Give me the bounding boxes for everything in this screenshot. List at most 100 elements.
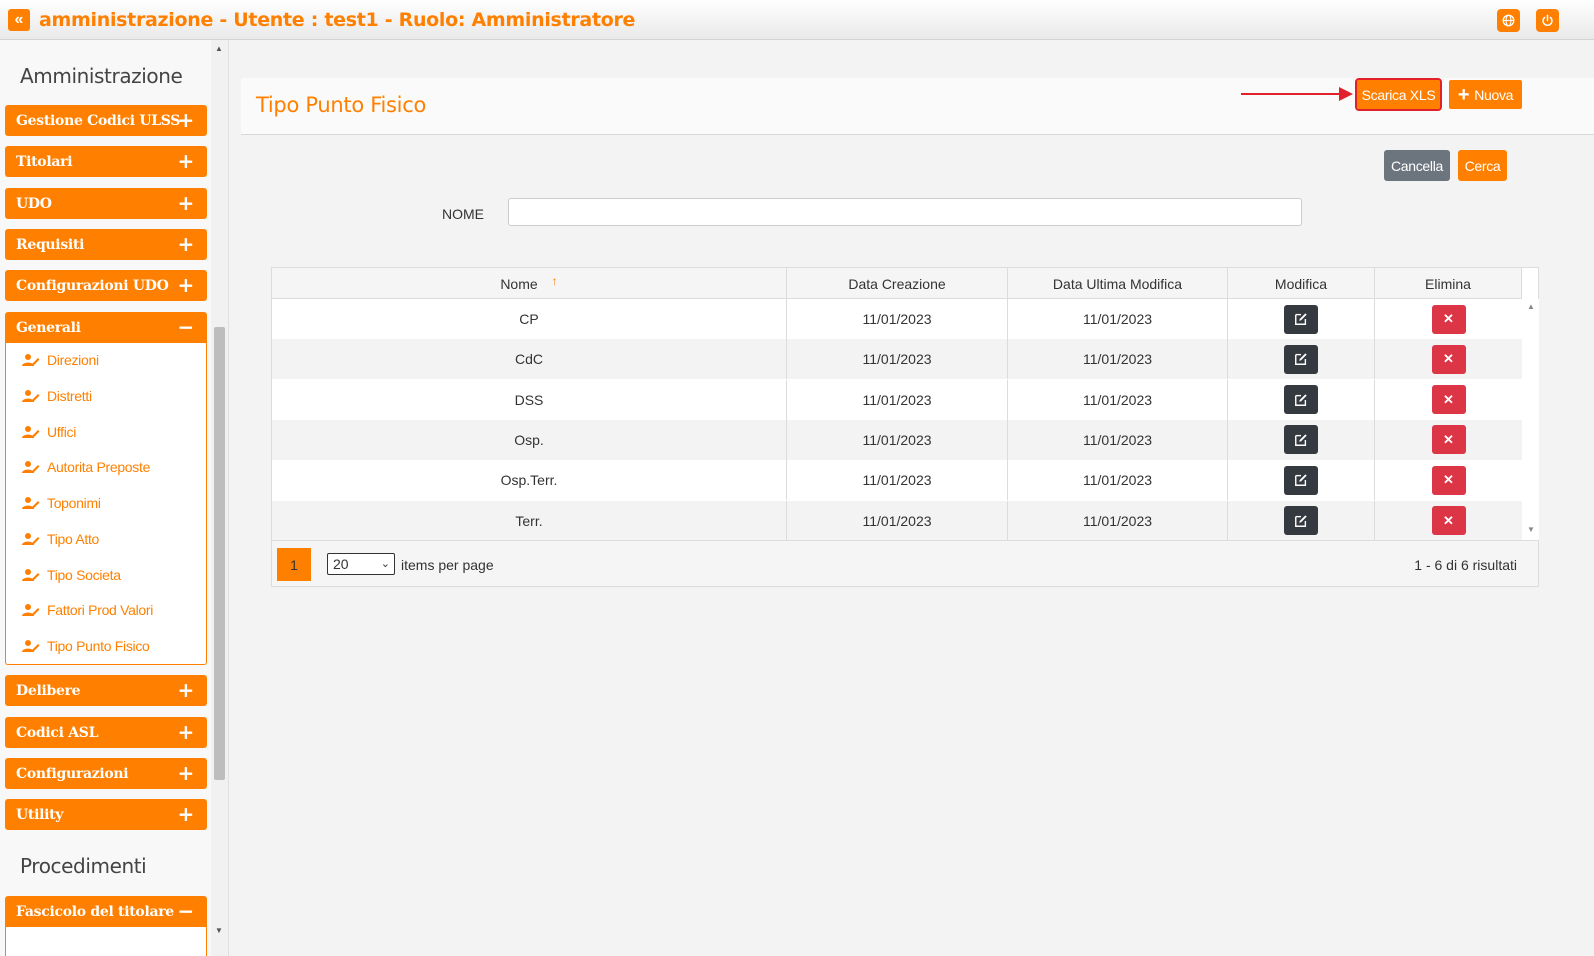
sidebar-subitem[interactable]: Fattori Prod Valori (22, 599, 153, 621)
column-header-data-ultima-modifica[interactable]: Data Ultima Modifica (1008, 268, 1228, 299)
table-header: Nome ↑ Data Creazione Data Ultima Modifi… (272, 268, 1522, 299)
cell-data-ultima-modifica: 11/01/2023 (1008, 379, 1228, 420)
user-edit-icon (22, 639, 40, 653)
edit-icon (1295, 353, 1307, 366)
table-row: Terr. 11/01/2023 11/01/2023 ✕ (272, 500, 1522, 541)
sidebar-item-generali[interactable]: Generali − (5, 312, 207, 343)
edit-button[interactable] (1284, 304, 1318, 334)
plus-icon: + (177, 761, 195, 785)
cell-modifica (1228, 500, 1375, 541)
power-icon[interactable] (1536, 9, 1559, 32)
sidebar-subitem-label: Tipo Punto Fisico (47, 638, 150, 654)
edit-button[interactable] (1284, 465, 1318, 495)
sidebar-subitem[interactable]: Tipo Societa (22, 564, 121, 586)
sidebar: Amministrazione Gestione Codici ULSS + Ti… (0, 40, 229, 956)
cancella-button[interactable]: Cancella (1384, 150, 1450, 181)
scarica-xls-button[interactable]: Scarica XLS (1355, 78, 1442, 111)
results-table: Nome ↑ Data Creazione Data Ultima Modifi… (271, 267, 1539, 587)
sort-ascending-icon: ↑ (551, 273, 558, 288)
sidebar-item-codici-asl[interactable]: Codici ASL + (5, 717, 207, 748)
edit-icon (1295, 434, 1307, 446)
column-header-nome[interactable]: Nome ↑ (272, 268, 787, 299)
sidebar-item-label: Utility (16, 806, 64, 823)
sidebar-item-configurazioni[interactable]: Configurazioni + (5, 758, 207, 789)
nuova-button[interactable]: + Nuova (1449, 80, 1522, 109)
plus-icon: + (177, 232, 195, 256)
sidebar-item-udo[interactable]: UDO + (5, 188, 207, 219)
column-header-data-creazione[interactable]: Data Creazione (787, 268, 1008, 299)
sidebar-subitem[interactable]: Autorita Preposte (22, 456, 150, 478)
sidebar-item-label: Codici ASL (16, 724, 99, 741)
sidebar-subitem[interactable]: Toponimi (22, 492, 101, 514)
edit-button[interactable] (1284, 344, 1318, 374)
edit-button[interactable] (1284, 385, 1318, 415)
edit-icon (1295, 514, 1307, 527)
double-chevron-left-icon[interactable]: « (8, 8, 30, 31)
page-number-button[interactable]: 1 (277, 548, 311, 581)
page-title: Tipo Punto Fisico (256, 93, 426, 117)
delete-button[interactable]: ✕ (1431, 344, 1466, 374)
edit-icon (1295, 313, 1307, 325)
sidebar-item-delibere[interactable]: Delibere + (5, 675, 207, 706)
sidebar-item-label: Configurazioni (16, 765, 129, 782)
plus-icon: + (177, 149, 195, 173)
sidebar-subitem[interactable]: Distretti (22, 385, 92, 407)
nome-filter-input[interactable] (508, 198, 1302, 226)
sidebar-item-requisiti[interactable]: Requisiti + (5, 229, 207, 260)
sidebar-item-titolari[interactable]: Titolari + (5, 146, 207, 177)
plus-icon: + (177, 720, 195, 744)
sidebar-item-gestione-codici-ulss[interactable]: Gestione Codici ULSS + (5, 105, 207, 136)
sidebar-item-configurazioni-udo[interactable]: Configurazioni UDO + (5, 270, 207, 301)
cell-nome: Osp.Terr. (272, 460, 787, 501)
cell-modifica (1228, 339, 1375, 380)
cerca-button[interactable]: Cerca (1458, 150, 1507, 181)
globe-icon[interactable] (1497, 9, 1520, 32)
delete-button[interactable]: ✕ (1431, 465, 1466, 495)
edit-button[interactable] (1284, 425, 1318, 455)
sidebar-subitem[interactable]: Tipo Atto (22, 528, 99, 550)
sidebar-subitem-label: Uffici (47, 423, 77, 440)
scroll-down-arrow-icon[interactable]: ▼ (1527, 525, 1535, 534)
sidebar-subitem[interactable]: Tipo Punto Fisico (22, 635, 150, 657)
app-title: amministrazione - Utente : test1 - Ruolo… (39, 8, 636, 31)
page-size-select[interactable]: 20 ⌄ (327, 553, 395, 575)
plus-icon: + (177, 802, 195, 826)
user-edit-icon (22, 496, 40, 510)
sidebar-subitem-label: Direzioni (47, 352, 99, 368)
close-icon: ✕ (1443, 512, 1454, 528)
table-row: DSS 11/01/2023 11/01/2023 ✕ (272, 379, 1522, 420)
plus-icon: + (177, 678, 195, 702)
header-divider (241, 134, 1594, 135)
table-scrollbar[interactable]: ▲ ▼ (1522, 299, 1539, 540)
edit-button[interactable] (1284, 506, 1318, 535)
sidebar-subitem[interactable]: Uffici (22, 421, 76, 443)
cell-elimina: ✕ (1375, 339, 1522, 379)
sidebar-subitem[interactable]: Direzioni (22, 349, 99, 371)
close-icon: ✕ (1443, 311, 1454, 326)
cell-elimina: ✕ (1375, 460, 1522, 500)
chevron-down-icon: ⌄ (380, 558, 390, 570)
sidebar-subitem-label: Tipo Atto (47, 530, 100, 547)
delete-button[interactable]: ✕ (1431, 425, 1466, 455)
annotation-arrow-head (1339, 87, 1353, 101)
user-edit-icon (22, 389, 40, 403)
cell-modifica (1228, 379, 1375, 420)
delete-button[interactable]: ✕ (1431, 506, 1466, 535)
scroll-up-arrow-icon[interactable]: ▲ (215, 44, 223, 53)
delete-button[interactable]: ✕ (1431, 385, 1466, 415)
top-bar: « amministrazione - Utente : test1 - Ruo… (0, 0, 1594, 40)
sidebar-item-utility[interactable]: Utility + (5, 799, 207, 830)
sidebar-scrollbar[interactable]: ▲ ▼ (211, 40, 228, 956)
delete-button[interactable]: ✕ (1431, 304, 1466, 334)
sidebar-item-label: Generali (16, 319, 81, 336)
scroll-up-arrow-icon[interactable]: ▲ (1527, 302, 1535, 311)
cell-nome: Terr. (272, 500, 787, 541)
close-icon: ✕ (1443, 391, 1454, 407)
sidebar-item-fascicolo-del-titolare[interactable]: Fascicolo del titolare − (5, 896, 207, 927)
cell-modifica (1228, 419, 1375, 460)
edit-icon (1295, 474, 1307, 487)
sidebar-scrollbar-thumb[interactable] (214, 327, 225, 780)
scroll-down-arrow-icon[interactable]: ▼ (215, 926, 223, 935)
pager: 1 20 ⌄ items per page 1 - 6 di 6 risulta… (272, 540, 1538, 586)
table-row: Osp. 11/01/2023 11/01/2023 ✕ (272, 419, 1522, 460)
